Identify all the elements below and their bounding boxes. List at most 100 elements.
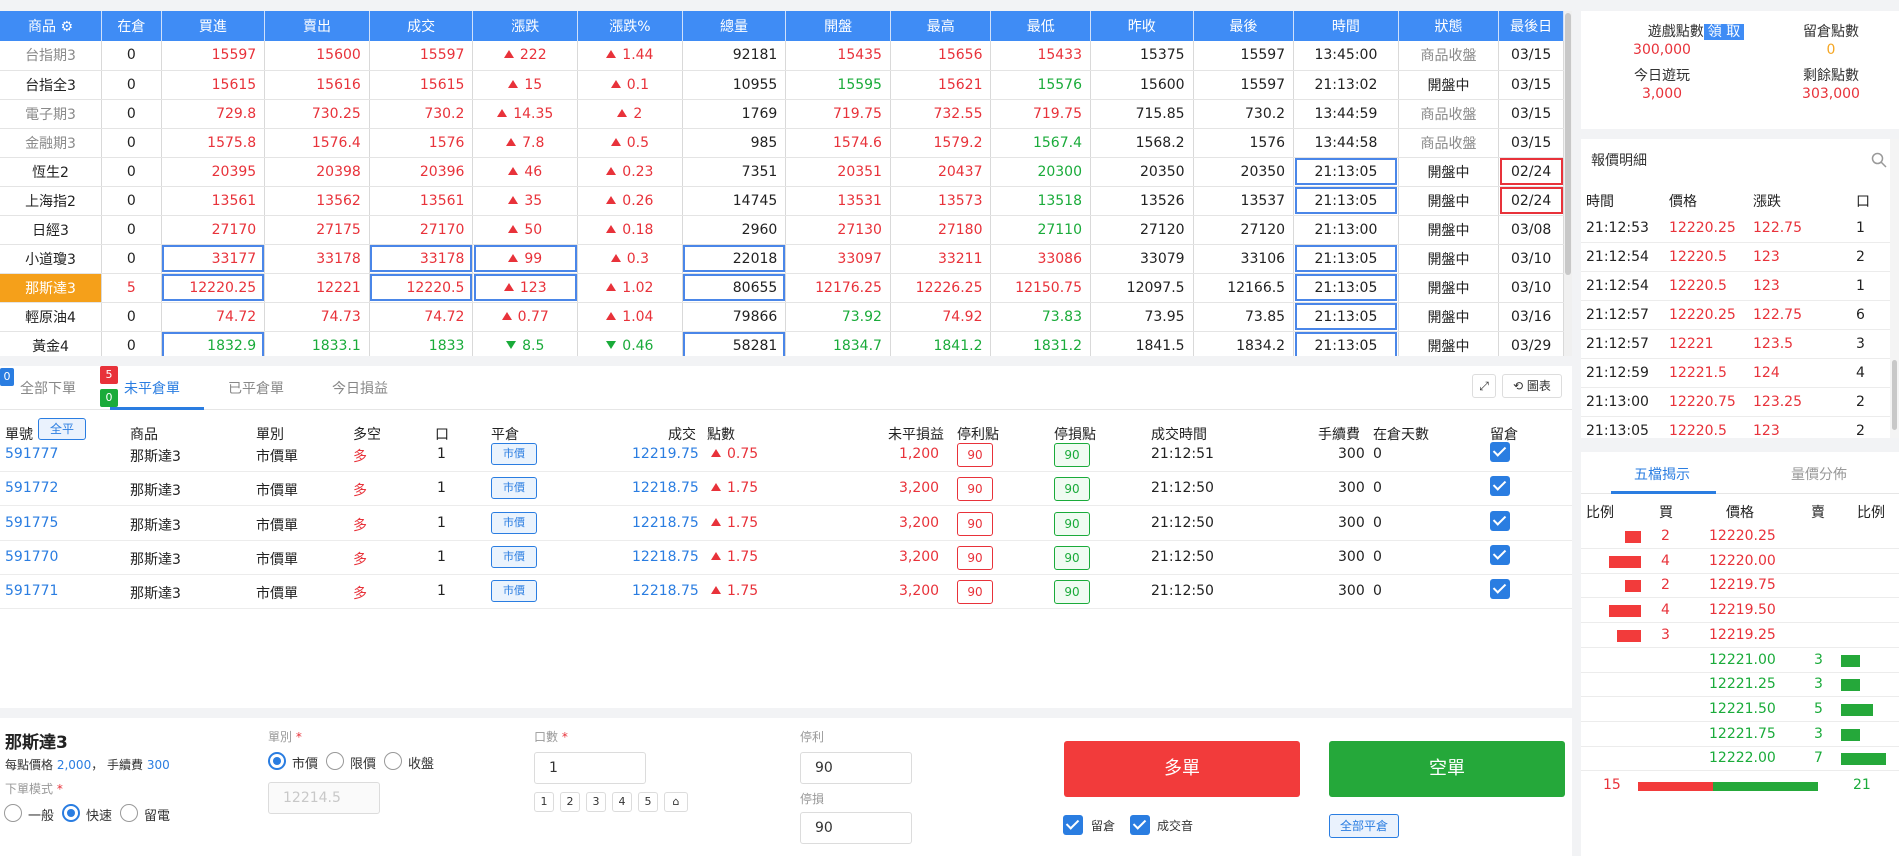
quote-col-header[interactable]: 最後	[1193, 11, 1295, 41]
quote-col-header[interactable]: 買進	[161, 11, 266, 41]
market-close-button[interactable]: 市價	[491, 511, 537, 534]
qty-preset-5[interactable]: 5	[638, 792, 658, 812]
scrollbar-thumb[interactable]	[1565, 13, 1571, 275]
tab-open-positions[interactable]: 未平倉單	[124, 378, 180, 398]
quote-col-header[interactable]: 最高	[890, 11, 992, 41]
market-close-button[interactable]: 市價	[491, 545, 537, 568]
quote-col-header[interactable]: 成交	[369, 11, 474, 41]
keep-position-checkbox[interactable]	[1063, 815, 1083, 835]
quote-col-header[interactable]: 狀態	[1398, 11, 1500, 41]
quote-row[interactable]: 輕原油4 0 74.72 74.73 74.72 0.77 1.04 79866 73.92 74…	[0, 302, 1564, 332]
take-profit-box[interactable]: 90	[957, 443, 993, 467]
stop-loss-box[interactable]: 90	[1054, 580, 1090, 605]
depth-ask-row[interactable]: 12221.00 3	[1581, 649, 1899, 673]
quote-col-header[interactable]: 漲跌	[472, 11, 579, 41]
quote-scrollbar[interactable]	[1564, 11, 1572, 356]
quote-col-header[interactable]: 漲跌%	[577, 11, 683, 41]
quote-col-header[interactable]: 在倉	[101, 11, 162, 41]
type-close-radio[interactable]	[384, 752, 402, 770]
tab-all-orders[interactable]: 全部下單	[20, 378, 76, 398]
mode-fast-radio[interactable]	[62, 804, 80, 822]
stop-loss-box[interactable]: 90	[1054, 443, 1090, 467]
quote-cell-name[interactable]: 那斯達3	[0, 273, 103, 303]
take-profit-box[interactable]: 90	[957, 477, 993, 502]
order-id[interactable]: 591772	[5, 480, 58, 496]
market-close-button[interactable]: 市價	[491, 580, 537, 603]
quote-col-header[interactable]: 最低	[990, 11, 1091, 41]
quote-row[interactable]: 恆生2 0 20395 20398 20396 46 0.23 7351 20351 20437 2…	[0, 157, 1564, 187]
depth-bid-row[interactable]: 2 12220.25	[1581, 525, 1899, 549]
tab-five-level[interactable]: 五檔揭示	[1634, 464, 1690, 484]
market-close-button[interactable]: 市價	[491, 477, 537, 500]
take-profit-box[interactable]: 90	[957, 545, 993, 570]
qty-input[interactable]: 1	[534, 752, 646, 784]
stop-loss-input[interactable]: 90	[800, 812, 912, 844]
stop-loss-box[interactable]: 90	[1054, 511, 1090, 536]
market-close-button[interactable]: 市價	[491, 443, 537, 465]
keep-position-checkbox[interactable]	[1490, 510, 1510, 531]
quote-col-header[interactable]: 最後日	[1498, 11, 1564, 41]
expand-button[interactable]: ⤢	[1472, 374, 1496, 398]
qty-preset-4[interactable]: 4	[612, 792, 632, 812]
quote-row[interactable]: 黃金4 0 1832.9 1833.1 1833 8.5 0.46 58281 1834.7 18…	[0, 331, 1564, 356]
quote-row[interactable]: 上海指2 0 13561 13562 13561 35 0.26 14745 13531 1357…	[0, 186, 1564, 216]
quote-col-header[interactable]: 商品 ⚙	[0, 11, 103, 41]
take-profit-box[interactable]: 90	[957, 580, 993, 605]
stop-loss-box[interactable]: 90	[1054, 477, 1090, 502]
mode-normal-radio[interactable]	[4, 804, 22, 822]
type-limit-radio[interactable]	[326, 752, 344, 770]
type-market-radio[interactable]	[268, 752, 286, 770]
buy-long-button[interactable]: 多單	[1064, 741, 1300, 797]
depth-ask-row[interactable]: 12222.00 7	[1581, 747, 1899, 772]
scrollbar-thumb[interactable]	[1892, 360, 1897, 430]
depth-bid-row[interactable]: 4 12220.00	[1581, 550, 1899, 574]
order-id[interactable]: 591770	[5, 549, 58, 565]
mode-phone-radio[interactable]	[120, 804, 138, 822]
open-order-row[interactable]: 591771 那斯達3 市價單 多 1 市價 12218.75 1.75 3,200 90 90 21…	[0, 575, 1572, 610]
qty-preset-1[interactable]: 1	[534, 792, 554, 812]
keep-position-checkbox[interactable]	[1490, 544, 1510, 565]
depth-bid-row[interactable]: 3 12219.25	[1581, 624, 1899, 648]
limit-price-input[interactable]: 12214.5	[268, 782, 380, 814]
take-profit-input[interactable]: 90	[800, 752, 912, 784]
tab-volume-profile[interactable]: 量價分佈	[1791, 464, 1847, 484]
quote-col-header[interactable]: 總量	[682, 11, 787, 41]
take-profit-box[interactable]: 90	[957, 511, 993, 536]
quote-row[interactable]: 小道瓊3 0 33177 33178 33178 99 0.3 22018 33097 33211…	[0, 244, 1564, 274]
quote-row[interactable]: 台指全3 0 15615 15616 15615 15 0.1 10955 15595 15621…	[0, 70, 1564, 100]
quote-row[interactable]: 那斯達3 5 12220.25 12221 12220.5 123 1.02 80655 121…	[0, 273, 1564, 303]
keep-position-checkbox[interactable]	[1490, 579, 1510, 600]
order-id[interactable]: 591775	[5, 515, 58, 531]
chart-button[interactable]: ⟲ 圖表	[1502, 374, 1562, 398]
quote-row[interactable]: 金融期3 0 1575.8 1576.4 1576 7.8 0.5 985 1574.6 1579…	[0, 128, 1564, 158]
fill-sound-checkbox[interactable]	[1130, 815, 1150, 835]
tab-closed-positions[interactable]: 已平倉單	[228, 378, 284, 398]
stop-loss-box[interactable]: 90	[1054, 545, 1090, 570]
quote-col-header[interactable]: 時間	[1293, 11, 1399, 41]
sell-short-button[interactable]: 空單	[1329, 741, 1565, 797]
open-order-row[interactable]: 591770 那斯達3 市價單 多 1 市價 12218.75 1.75 3,200 90 90 21…	[0, 541, 1572, 575]
qty-preset-2[interactable]: 2	[560, 792, 580, 812]
tick-scrollbar[interactable]	[1890, 139, 1899, 438]
qty-custom-button[interactable]: ⌂	[664, 792, 688, 812]
search-icon[interactable]	[1871, 152, 1887, 168]
close-all-button[interactable]: 全平	[38, 418, 86, 440]
quote-row[interactable]: 台指期3 0 15597 15600 15597 222 1.44 92181 15435 156…	[0, 41, 1564, 71]
open-order-row[interactable]: 591775 那斯達3 市價單 多 1 市價 12218.75 1.75 3,200 90 90 21…	[0, 507, 1572, 541]
depth-ask-row[interactable]: 12221.25 3	[1581, 673, 1899, 698]
keep-position-checkbox[interactable]	[1490, 476, 1510, 497]
depth-bid-row[interactable]: 4 12219.50	[1581, 599, 1899, 624]
quote-row[interactable]: 電子期3 0 729.8 730.25 730.2 14.35 2 1769 719.75 732…	[0, 99, 1564, 129]
depth-ask-row[interactable]: 12221.50 5	[1581, 698, 1899, 722]
open-order-row[interactable]: 591772 那斯達3 市價單 多 1 市價 12218.75 1.75 3,200 90 90 21…	[0, 472, 1572, 507]
keep-position-checkbox[interactable]	[1490, 442, 1510, 462]
close-all-positions-button[interactable]: 全部平倉	[1329, 814, 1399, 838]
order-id[interactable]: 591771	[5, 583, 58, 599]
claim-button[interactable]: 領 取	[1703, 24, 1745, 40]
depth-ask-row[interactable]: 12221.75 3	[1581, 723, 1899, 747]
quote-col-header[interactable]: 賣出	[264, 11, 370, 41]
quote-col-header[interactable]: 開盤	[785, 11, 891, 41]
qty-preset-3[interactable]: 3	[586, 792, 606, 812]
gear-icon[interactable]: ⚙	[56, 19, 73, 35]
open-order-row[interactable]: 591777 那斯達3 市價單 多 1 市價 12219.75 0.75 1,200 90 90 21…	[0, 438, 1572, 472]
